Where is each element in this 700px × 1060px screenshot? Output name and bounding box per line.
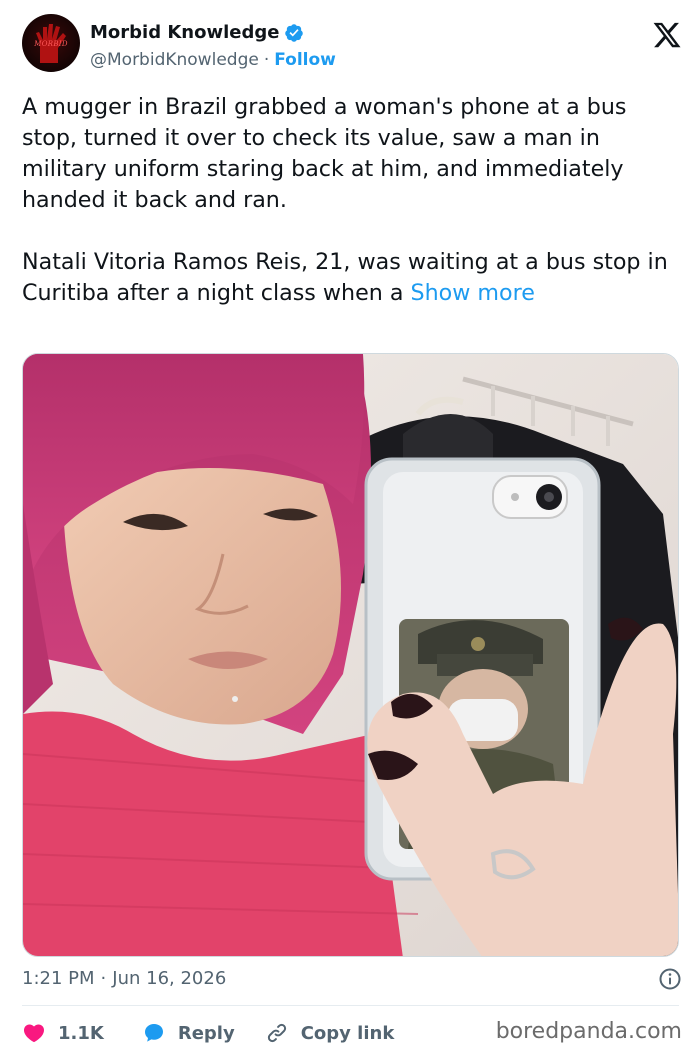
mirror-selfie-photo (23, 354, 678, 956)
handle-row: @MorbidKnowledge · Follow (90, 50, 336, 70)
copy-link-button[interactable]: Copy link (265, 1021, 395, 1045)
x-logo-icon[interactable] (652, 20, 682, 50)
follow-button[interactable]: Follow (274, 50, 336, 70)
avatar-label: MORBID (34, 40, 68, 48)
reply-bubble-icon (144, 1024, 163, 1042)
divider (22, 1005, 679, 1006)
tweet-header: MORBID Morbid Knowledge @MorbidKnowledge… (22, 14, 682, 76)
tweet-paragraph-2: Natali Vitoria Ramos Reis, 21, was waiti… (22, 249, 675, 306)
heart-icon (23, 1024, 45, 1043)
separator-dot: · (263, 50, 270, 70)
verified-badge-icon (285, 23, 304, 42)
display-name[interactable]: Morbid Knowledge (90, 22, 279, 43)
reply-button[interactable]: Reply (142, 1021, 235, 1045)
info-icon[interactable] (658, 967, 682, 991)
show-more-link[interactable]: Show more (411, 280, 535, 306)
tweet-text: A mugger in Brazil grabbed a woman's pho… (22, 92, 682, 309)
like-count: 1.1K (58, 1022, 104, 1044)
avatar[interactable]: MORBID (22, 14, 80, 72)
tweet-actions: 1.1K Reply Copy link (22, 1018, 394, 1048)
handle[interactable]: @MorbidKnowledge (90, 50, 259, 70)
tweet-paragraph-1: A mugger in Brazil grabbed a woman's pho… (22, 94, 634, 213)
name-row: Morbid Knowledge (90, 22, 304, 43)
tweet-photo[interactable] (22, 353, 679, 957)
tweet-timestamp[interactable]: 1:21 PM · Jun 16, 2026 (22, 968, 226, 989)
copy-link-label: Copy link (300, 1022, 395, 1044)
separator-dot: · (100, 968, 107, 989)
watermark: boredpanda.com (495, 1019, 682, 1044)
tweet-date: Jun 16, 2026 (112, 968, 227, 989)
reply-label: Reply (177, 1022, 235, 1044)
tweet-time: 1:21 PM (22, 968, 95, 989)
like-button[interactable]: 1.1K (22, 1021, 104, 1045)
link-icon (267, 1023, 286, 1043)
